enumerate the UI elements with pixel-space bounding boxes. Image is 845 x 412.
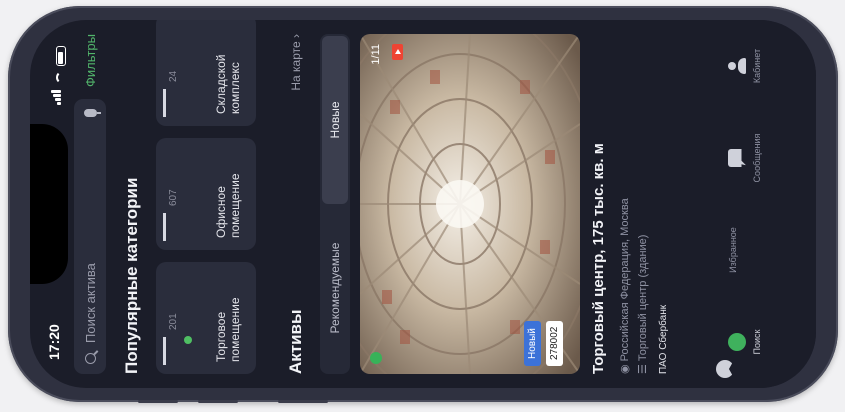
tabbar-label: Поиск <box>752 329 762 355</box>
assets-title: Активы <box>286 309 305 374</box>
filters-button[interactable]: Фильтры <box>83 34 98 87</box>
tabbar-item-messages[interactable]: Сообщения <box>728 123 816 193</box>
asset-card-image[interactable]: 1/11 Новый 278002 <box>360 34 580 374</box>
category-label: Офисное помещение <box>214 173 242 238</box>
categories-list: 201 Торговое помещение 607 Офисное помещ… <box>156 20 256 374</box>
assets-header: Активы На карте › <box>286 34 306 374</box>
camera-notch <box>30 124 68 284</box>
wifi-icon <box>56 71 66 84</box>
chat-icon <box>728 149 746 167</box>
status-time: 17:20 <box>46 324 62 360</box>
tabbar-item-profile[interactable]: Кабинет <box>728 31 816 101</box>
on-map-link[interactable]: На карте › <box>289 34 303 91</box>
search-icon <box>84 353 96 364</box>
category-card-retail[interactable]: 201 Торговое помещение <box>156 262 256 374</box>
on-map-label: На карте <box>289 41 303 91</box>
category-count: 24 <box>168 70 179 82</box>
category-label: Торговое помещение <box>214 297 242 362</box>
category-count: 201 <box>168 313 179 330</box>
asset-location: ◉ Российская Федерация, Москва <box>618 198 631 374</box>
search-box[interactable] <box>74 99 106 374</box>
battery-icon <box>56 46 66 66</box>
phone-frame: 17:20 Фильтры Популярные категории <box>8 6 838 403</box>
side-button <box>198 400 238 403</box>
asset-owner: ПАО Сбербанк <box>658 304 669 374</box>
bottom-tab-bar: Поиск Избранное Сообщения Кабинет <box>706 20 816 388</box>
favorite-icon[interactable] <box>370 352 382 364</box>
app-screen: 17:20 Фильтры Популярные категории <box>30 20 816 388</box>
asset-type: ☰ Торговый центр (здание) <box>636 235 649 374</box>
asset-id-badge: 278002 <box>546 320 563 366</box>
video-play-icon[interactable] <box>392 44 403 60</box>
tabbar-label: Избранное <box>728 227 738 273</box>
side-button <box>278 400 328 403</box>
category-count: 607 <box>168 189 179 206</box>
search-icon <box>728 333 746 351</box>
location-pin-icon: ◉ <box>619 364 631 374</box>
status-icons <box>48 46 66 105</box>
category-card-warehouse[interactable]: 24 Складской комплекс <box>156 20 256 126</box>
rotated-app-content: 17:20 Фильтры Популярные категории <box>30 20 816 388</box>
tab-recommended[interactable]: Рекомендуемые <box>322 204 348 372</box>
categories-title: Популярные категории <box>122 177 141 374</box>
photo-counter: 1/11 <box>370 44 382 65</box>
asset-type-text: Торговый центр (здание) <box>637 234 649 362</box>
side-button <box>138 400 178 403</box>
asset-location-text: Российская Федерация, Москва <box>619 198 631 362</box>
chevron-right-icon: › <box>289 34 303 38</box>
microphone-icon[interactable] <box>83 109 97 118</box>
list-icon: ☰ <box>637 364 649 374</box>
category-card-office[interactable]: 607 Офисное помещение <box>156 138 256 250</box>
search-row: Фильтры <box>74 34 106 374</box>
tabbar-label: Сообщения <box>752 133 762 183</box>
tabbar-label: Кабинет <box>752 48 762 84</box>
profile-icon <box>728 57 746 75</box>
tabbar-item-search[interactable]: Поиск <box>728 307 816 377</box>
tabbar-item-favorites[interactable]: Избранное <box>728 215 816 285</box>
assets-segmented-control: Рекомендуемые Новые <box>320 34 350 374</box>
tab-new[interactable]: Новые <box>322 36 348 204</box>
asset-title[interactable]: Торговый центр, 175 тыс. кв. м <box>590 34 607 374</box>
category-label: Складской комплекс <box>214 54 242 115</box>
search-input[interactable] <box>81 123 99 345</box>
signal-icon <box>48 89 66 105</box>
new-badge: Новый <box>524 321 541 366</box>
